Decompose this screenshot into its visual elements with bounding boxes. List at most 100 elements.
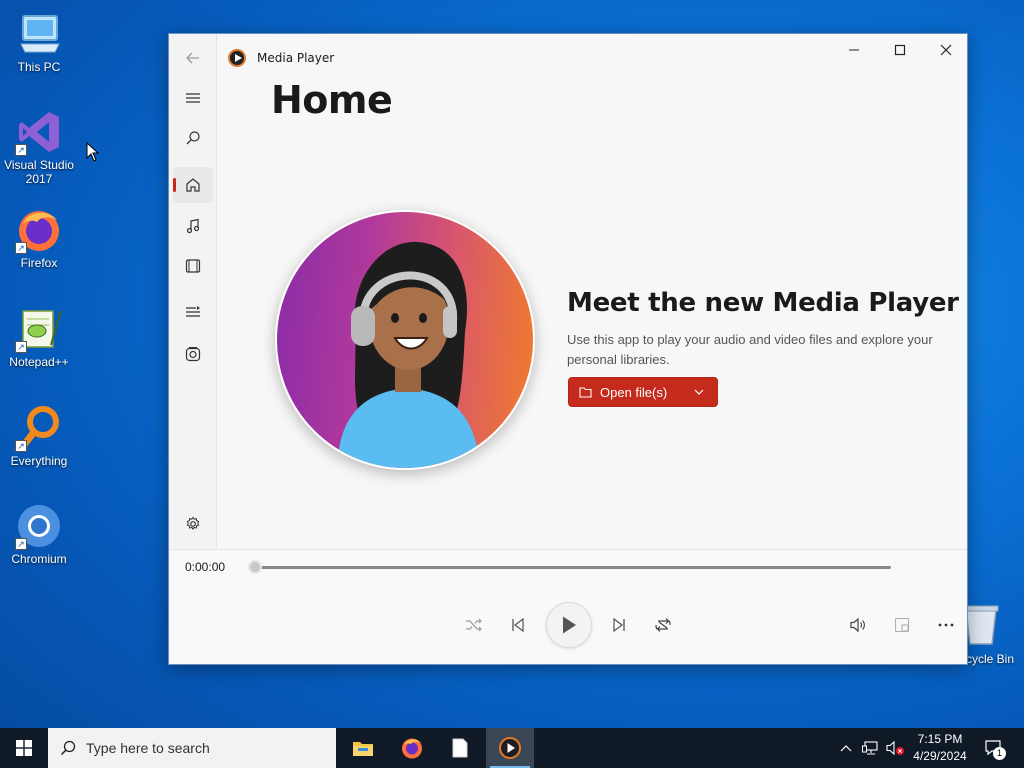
clock-date: 4/29/2024: [913, 749, 967, 763]
minimize-icon: [849, 49, 859, 51]
notification-count-badge: 1: [993, 747, 1006, 760]
close-button[interactable]: [923, 34, 969, 66]
desktop-icon-label: This PC: [17, 60, 61, 74]
gear-icon: [186, 516, 200, 530]
repeat-button[interactable]: [647, 609, 679, 641]
network-icon: [862, 741, 878, 755]
taskbar: Type here to search 7:15 PM 4/29/2024 1: [0, 728, 1024, 768]
chromium-icon: ↗: [15, 502, 63, 550]
search-icon: [186, 131, 200, 145]
page-title: Home: [271, 78, 393, 122]
firefox-icon: ↗: [15, 206, 63, 254]
chevron-up-icon: [840, 745, 852, 752]
seek-thumb[interactable]: [248, 560, 262, 574]
media-player-window: Media Player Home Meet the new Media Pla…: [168, 33, 968, 665]
shuffle-icon: [466, 618, 482, 632]
player-controls-bar: 0:00:00: [169, 549, 967, 664]
shortcut-arrow-icon: ↗: [15, 341, 27, 353]
shortcut-arrow-icon: ↗: [15, 538, 27, 550]
open-files-dropdown-button[interactable]: [681, 378, 717, 406]
desktop-icon-firefox[interactable]: ↗ Firefox: [0, 206, 78, 270]
shortcut-arrow-icon: ↗: [15, 144, 27, 156]
network-tray-button[interactable]: [860, 728, 882, 768]
mini-player-icon: [894, 617, 910, 633]
previous-icon: [512, 618, 524, 632]
navigation-rail: [169, 34, 217, 549]
taskbar-notepad[interactable]: [436, 728, 484, 768]
desktop-icon-label: Everything: [10, 454, 68, 468]
elapsed-time: 0:00:00: [185, 560, 226, 574]
nav-settings[interactable]: [173, 506, 213, 542]
previous-button[interactable]: [502, 609, 534, 641]
play-icon: [563, 616, 576, 634]
media-player-logo-icon: [228, 49, 246, 67]
notepad-plus-plus-icon: ↗: [15, 305, 63, 353]
desktop-icon-label: cycle Bin: [966, 652, 1015, 666]
visual-studio-icon: ↗: [15, 108, 63, 156]
firefox-icon: [402, 738, 422, 759]
search-button[interactable]: [173, 120, 213, 156]
desktop-icon-label: Chromium: [11, 552, 67, 566]
open-files-label: Open file(s): [600, 384, 668, 400]
desktop-icon-label: Notepad++: [9, 355, 69, 369]
taskbar-clock[interactable]: 7:15 PM 4/29/2024: [905, 731, 975, 765]
open-files-button[interactable]: Open file(s): [569, 378, 681, 406]
close-icon: [940, 44, 952, 56]
search-placeholder: Type here to search: [86, 740, 210, 756]
nav-music[interactable]: [173, 208, 213, 244]
action-center-button[interactable]: 1: [980, 728, 1008, 768]
nav-playlists[interactable]: [173, 336, 213, 372]
taskbar-search-box[interactable]: Type here to search: [48, 728, 336, 768]
mini-player-button[interactable]: [886, 609, 918, 641]
open-files-split-button: Open file(s): [568, 377, 718, 407]
shortcut-arrow-icon: ↗: [15, 440, 27, 452]
volume-muted-icon: [886, 740, 904, 756]
computer-icon: [15, 10, 63, 58]
next-icon: [613, 618, 625, 632]
shuffle-button[interactable]: [458, 609, 490, 641]
menu-button[interactable]: [173, 80, 213, 116]
taskbar-firefox[interactable]: [388, 728, 436, 768]
taskbar-media-player[interactable]: [486, 728, 534, 768]
taskbar-file-explorer[interactable]: [339, 728, 387, 768]
music-note-icon: [186, 218, 200, 234]
nav-video[interactable]: [173, 248, 213, 284]
media-player-icon: [499, 737, 521, 759]
repeat-icon: [655, 618, 671, 632]
home-icon: [186, 178, 200, 192]
more-options-button[interactable]: [930, 609, 962, 641]
more-dots-icon: [938, 623, 954, 627]
maximize-button[interactable]: [877, 34, 923, 66]
hero-heading: Meet the new Media Player: [567, 288, 959, 318]
desktop-icon-this-pc[interactable]: This PC: [0, 10, 78, 74]
volume-icon: [850, 617, 865, 633]
nav-home[interactable]: [173, 167, 213, 203]
windows-logo-icon: [16, 740, 32, 756]
desktop-icon-label: Visual Studio 2017: [4, 158, 74, 186]
document-icon: [452, 738, 468, 758]
play-button[interactable]: [546, 602, 592, 648]
minimize-button[interactable]: [831, 34, 877, 66]
mouse-cursor-icon: [86, 142, 100, 162]
folder-icon: [579, 387, 592, 398]
person-with-headphones-illustration: [337, 241, 481, 468]
chevron-down-icon: [694, 389, 704, 395]
desktop-icon-notepad-plus-plus[interactable]: ↗ Notepad++: [0, 305, 78, 369]
hero-illustration: [275, 210, 535, 470]
volume-tray-button[interactable]: [884, 728, 906, 768]
next-button[interactable]: [603, 609, 635, 641]
playlists-icon: [185, 347, 201, 362]
desktop-icon-everything[interactable]: ↗ Everything: [0, 404, 78, 468]
desktop-icon-visual-studio[interactable]: ↗ Visual Studio 2017: [0, 108, 78, 186]
hamburger-icon: [186, 93, 200, 103]
clock-time: 7:15 PM: [917, 732, 963, 746]
nav-play-queue[interactable]: [173, 294, 213, 330]
folder-icon: [353, 742, 373, 756]
back-button[interactable]: [173, 40, 213, 76]
everything-search-icon: ↗: [15, 404, 63, 452]
start-button[interactable]: [0, 728, 48, 768]
show-hidden-icons-button[interactable]: [836, 728, 856, 768]
seek-bar[interactable]: [255, 566, 891, 569]
volume-button[interactable]: [842, 609, 874, 641]
desktop-icon-chromium[interactable]: ↗ Chromium: [0, 502, 78, 566]
